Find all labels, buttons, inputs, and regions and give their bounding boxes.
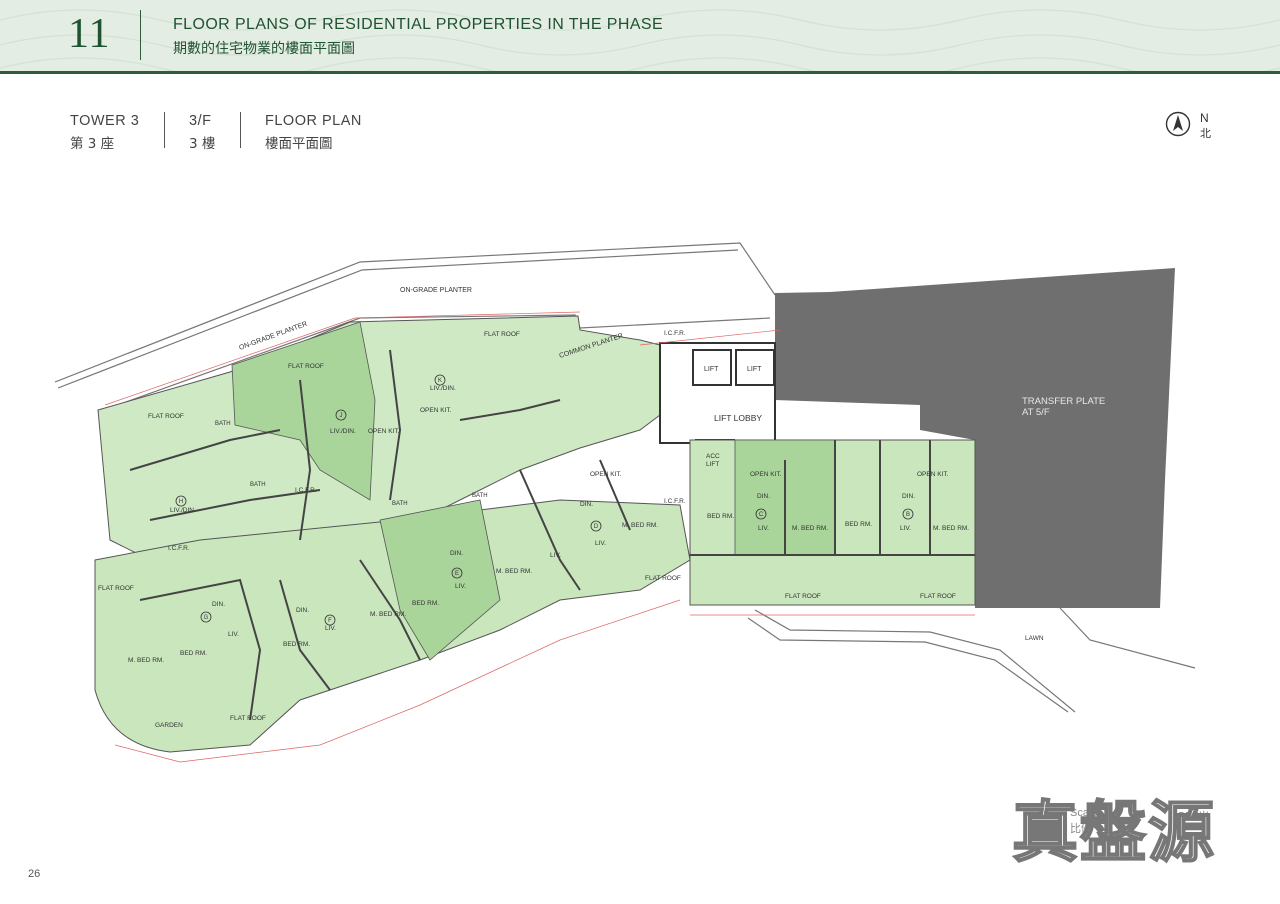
label-bath: BATH [215,421,231,427]
label-garden: GARDEN [155,722,183,729]
label-din: DIN. [902,493,915,500]
label-din: DIN. [212,601,225,608]
label-din: DIN. [757,493,770,500]
label-transfer-plate: AT 5/F [1022,407,1050,418]
label-m-bed-rm: M. BED RM. [933,525,969,532]
label-flat-roof: FLAT ROOF [484,331,520,338]
label-bed-rm: BED RM. [283,641,310,648]
label-liv: LIV. [758,525,769,532]
label-icfr: I.C.F.R. [168,545,190,552]
label-din: DIN. [296,607,309,614]
label-open-kit: OPEN KIT. [368,428,400,435]
label-bath: BATH [472,493,488,499]
label-icfr: I.C.F.R. [295,487,317,494]
label-liv: LIV. [900,525,911,532]
label-liv-din: LIV./DIN. [330,428,356,435]
watermark-logo: 真盤源 [1011,794,1216,871]
label-flat-roof: FLAT ROOF [230,715,266,722]
label-bed-rm: BED RM. [412,600,439,607]
unit-letter: D [594,524,599,530]
label-flat-roof: FLAT ROOF [98,585,134,592]
unit-letter: G [204,615,209,621]
page-number: 26 [28,868,41,880]
label-flat-roof: FLAT ROOF [785,593,821,600]
label-liv: LIV. [550,552,561,559]
label-open-kit: OPEN KIT. [420,407,452,414]
unit-letter: K [438,378,442,384]
unit-letter: H [179,499,183,505]
label-m-bed-rm: M. BED RM. [496,568,532,575]
unit-letter: J [340,413,343,419]
label-lawn: LAWN [1025,635,1044,642]
label-bath: BATH [392,501,408,507]
label-acc-lift: LIFT [706,461,719,468]
label-liv-din: LIV./DIN. [430,385,456,392]
label-flat-roof: FLAT ROOF [645,575,681,582]
label-flat-roof: FLAT ROOF [148,413,184,420]
unit-letter: F [328,618,332,624]
label-flat-roof: FLAT ROOF [920,593,956,600]
unit-letter: B [906,512,910,518]
label-bed-rm: BED RM. [707,513,734,520]
unit-letter: E [455,571,459,577]
floor-plan-drawing: ON-GRADE PLANTER ON-GRADE PLANTER TRANSF… [54,242,1196,763]
label-flat-roof: FLAT ROOF [288,363,324,370]
label-m-bed-rm: M. BED RM. [128,657,164,664]
label-icfr: I.C.F.R. [664,498,686,505]
label-lift: LIFT [704,366,719,373]
label-transfer-plate: TRANSFER PLATE [1022,396,1105,407]
label-m-bed-rm: M. BED RM. [622,522,658,529]
label-lift: LIFT [747,366,762,373]
label-icfr: I.C.F.R. [664,330,686,337]
label-din: DIN. [580,501,593,508]
label-on-grade-planter: ON-GRADE PLANTER [400,287,472,294]
label-bath: BATH [250,482,266,488]
label-lift-lobby: LIFT LOBBY [714,413,762,423]
label-liv-din: LIV./DIN. [170,507,196,514]
label-liv: LIV. [228,631,239,638]
unit-letter: C [759,512,764,518]
label-m-bed-rm: M. BED RM. [792,525,828,532]
label-bed-rm: BED RM. [180,650,207,657]
label-open-kit: OPEN KIT. [590,471,622,478]
label-bed-rm: BED RM. [845,521,872,528]
label-liv: LIV. [325,625,336,632]
label-acc-lift: ACC [706,453,720,460]
label-liv: LIV. [455,583,466,590]
label-open-kit: OPEN KIT. [917,471,949,478]
label-m-bed-rm: M. BED RM. [370,611,406,618]
label-din: DIN. [450,550,463,557]
label-open-kit: OPEN KIT. [750,471,782,478]
label-liv: LIV. [595,540,606,547]
